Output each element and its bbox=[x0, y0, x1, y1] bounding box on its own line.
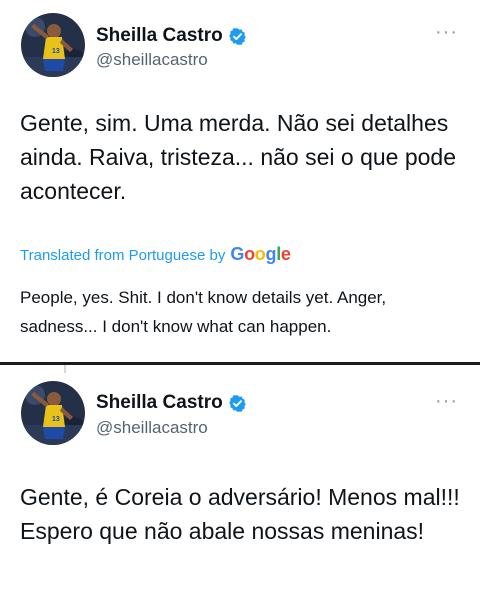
avatar[interactable]: 13 bbox=[21, 381, 85, 445]
translated-label: Translated from Portuguese by bbox=[20, 247, 226, 264]
verified-badge-icon bbox=[228, 394, 247, 413]
svg-text:13: 13 bbox=[52, 48, 60, 55]
verified-badge-icon bbox=[228, 27, 247, 46]
author-row: Sheilla Castro bbox=[96, 392, 247, 414]
tweet-text: Gente, sim. Uma merda. Não sei detalhes … bbox=[20, 110, 457, 204]
avatar[interactable]: 13 bbox=[21, 13, 85, 77]
tweet-card: 13 Sheilla Castro @sheillacastro ··· Gen… bbox=[0, 0, 480, 362]
more-options-icon[interactable]: ··· bbox=[435, 391, 458, 411]
tweet-text: Gente, é Coreia o adversário! Menos mal!… bbox=[20, 484, 460, 544]
thread-line bbox=[64, 365, 66, 373]
author-handle[interactable]: @sheillacastro bbox=[96, 50, 208, 70]
translated-by-link[interactable]: Translated from Portuguese by Google bbox=[20, 244, 291, 265]
author-handle[interactable]: @sheillacastro bbox=[96, 418, 208, 438]
tweet-card: 13 Sheilla Castro @sheillacastro ··· Gen… bbox=[0, 365, 480, 606]
svg-text:13: 13 bbox=[52, 416, 60, 423]
more-options-icon[interactable]: ··· bbox=[435, 22, 458, 42]
google-logo: Google bbox=[230, 244, 291, 264]
author-name[interactable]: Sheilla Castro bbox=[96, 25, 223, 47]
translated-text: People, yes. Shit. I don't know details … bbox=[20, 288, 387, 336]
author-row: Sheilla Castro bbox=[96, 25, 247, 47]
author-name[interactable]: Sheilla Castro bbox=[96, 392, 223, 414]
